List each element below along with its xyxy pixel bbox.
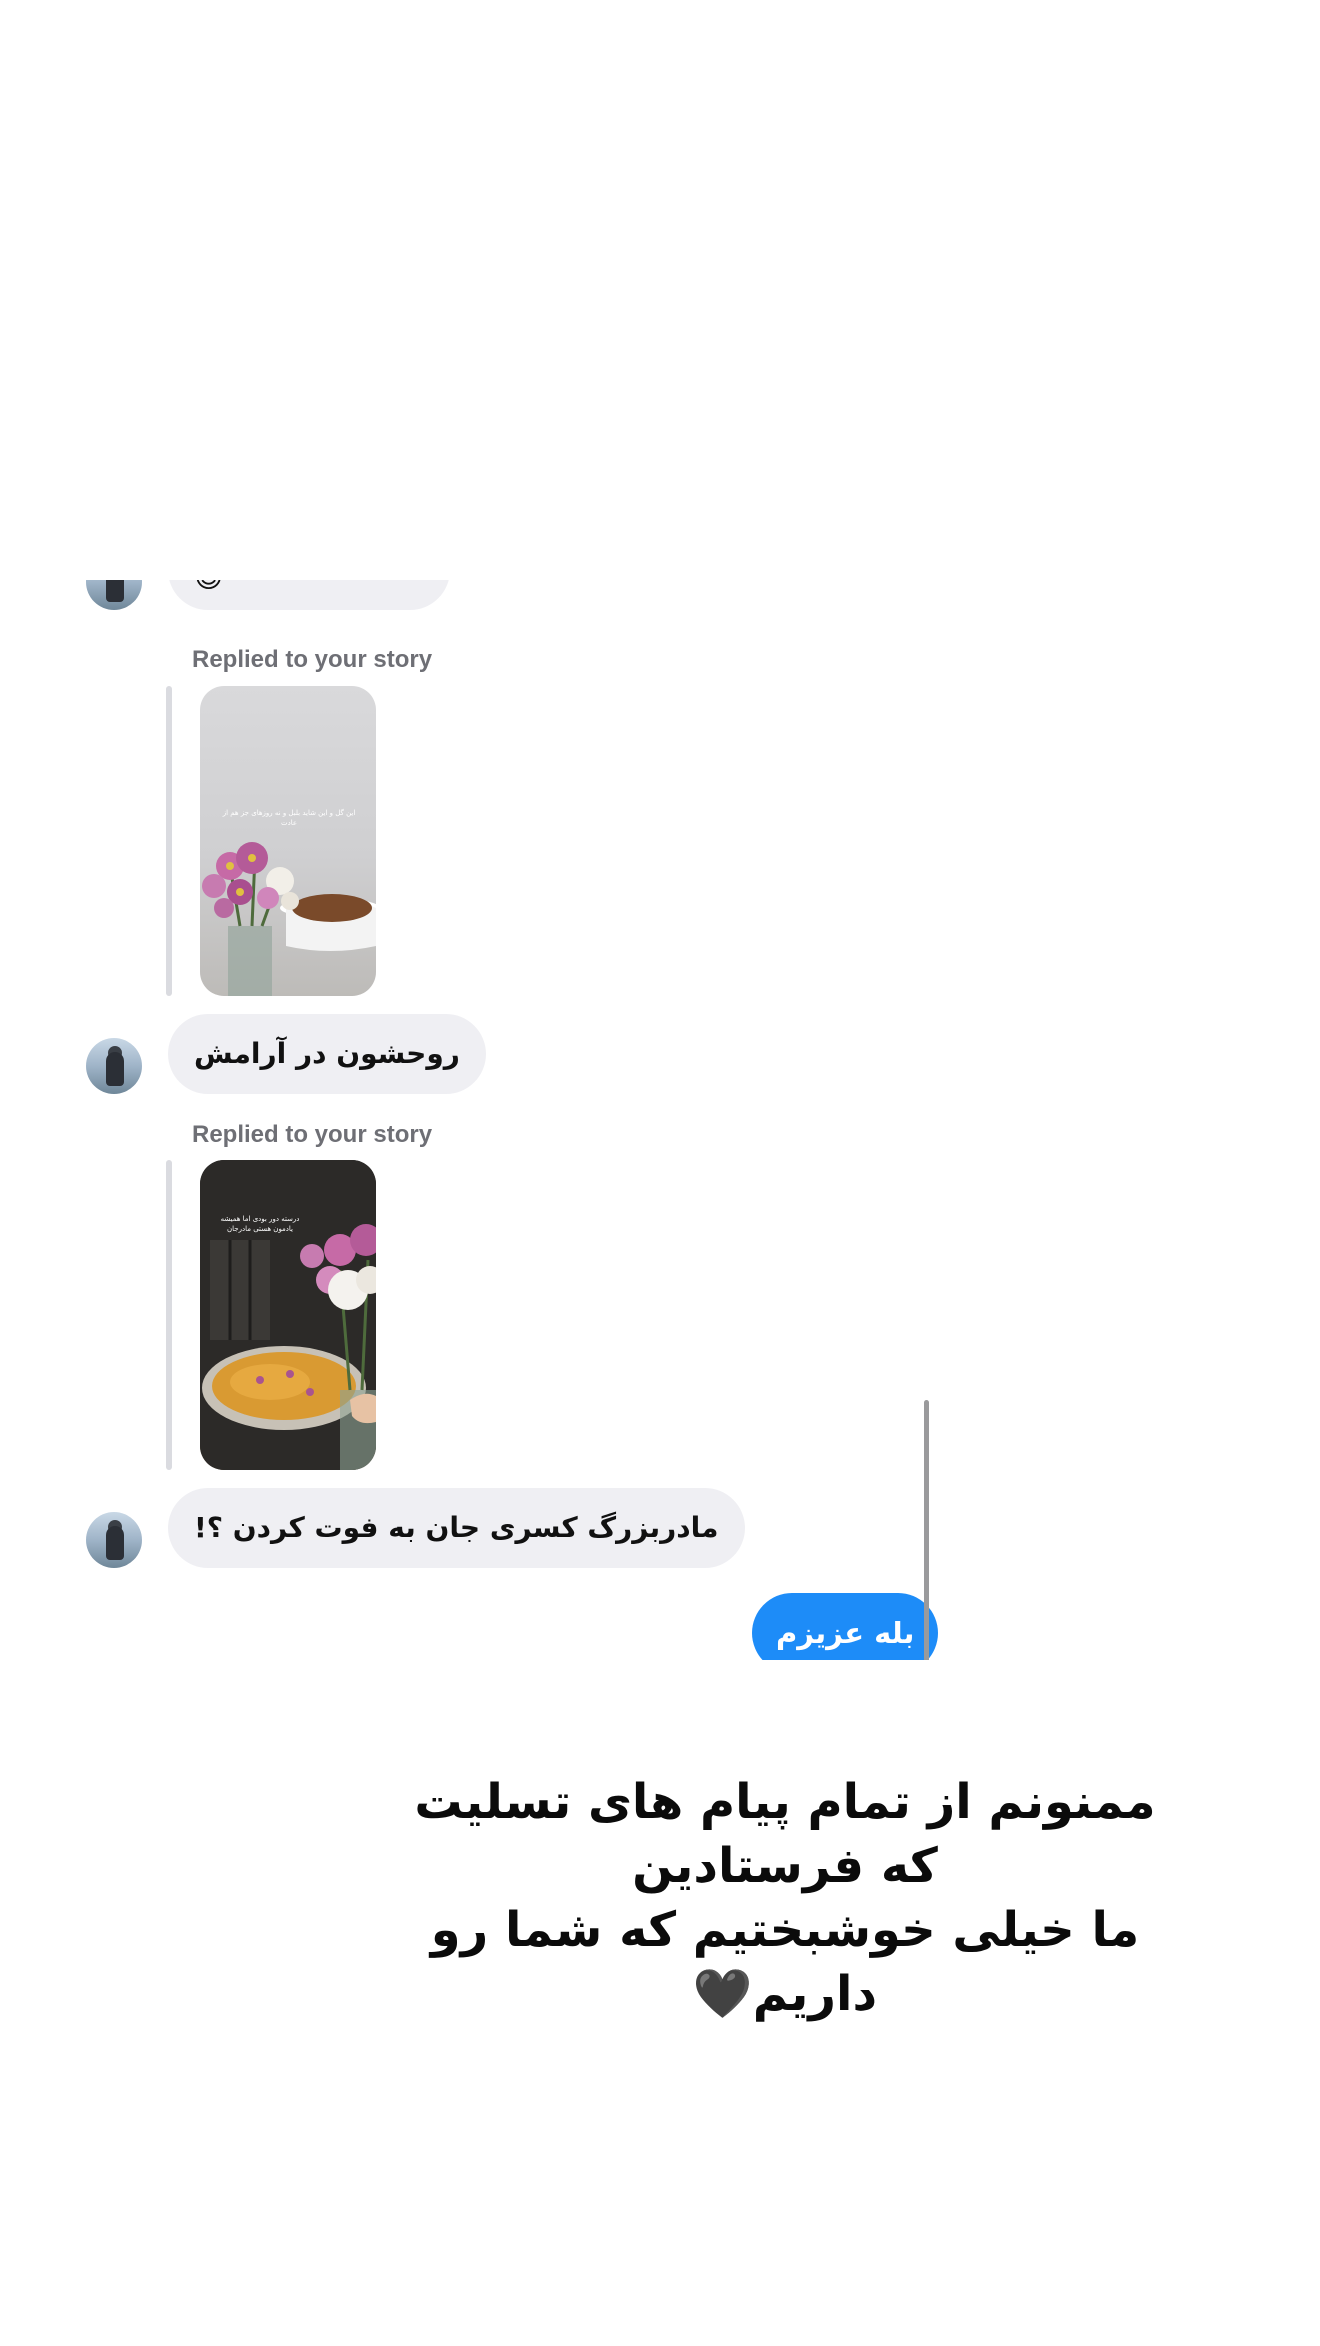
caption-text: ممنونم از تمام پیام های تسلیت که فرستادی… <box>400 1770 1170 2026</box>
reply-quote-bar <box>166 686 172 996</box>
chat-thread: 😊 Replied to your story این گل و این شای… <box>0 580 960 1660</box>
caption-line: که فرستادین <box>632 1838 938 1894</box>
scrollbar-thumb[interactable] <box>924 1400 929 1660</box>
sender-avatar[interactable] <box>86 1038 142 1094</box>
replied-to-story-label: Replied to your story <box>192 646 433 673</box>
caption-line: ما خیلی خوشبختیم که شما رو <box>430 1902 1140 1958</box>
story-caption: درسته دور بودی اما همیشه یادمون هستی ماد… <box>220 1215 300 1233</box>
caption-line: ممنونم از تمام پیام های تسلیت <box>414 1774 1156 1830</box>
story-thumbnail[interactable]: درسته دور بودی اما همیشه یادمون هستی ماد… <box>200 1160 376 1470</box>
sender-avatar[interactable] <box>86 580 142 610</box>
story-image-flowers <box>202 842 376 996</box>
sender-avatar[interactable] <box>86 1512 142 1568</box>
reply-quote-bar <box>166 1160 172 1470</box>
message-bubble-partial[interactable]: 😊 <box>168 580 450 610</box>
story-thumbnail[interactable]: این گل و این شاید بلبل و نه روزهای جز هم… <box>200 686 376 996</box>
message-bubble[interactable]: مادربزرگ کسری جان به فوت کردن ؟! <box>168 1488 745 1568</box>
story-caption: این گل و این شاید بلبل و نه روزهای جز هم… <box>222 809 356 827</box>
replied-to-story-label: Replied to your story <box>192 1121 433 1148</box>
emoji-text: 😊 <box>194 580 223 618</box>
caption-line: داریم🖤 <box>692 1966 878 2022</box>
my-message-bubble[interactable]: بله عزیزم <box>752 1593 939 1660</box>
message-bubble[interactable]: روحشون در آرامش <box>168 1014 486 1094</box>
story-image-dessert <box>200 1160 376 1470</box>
